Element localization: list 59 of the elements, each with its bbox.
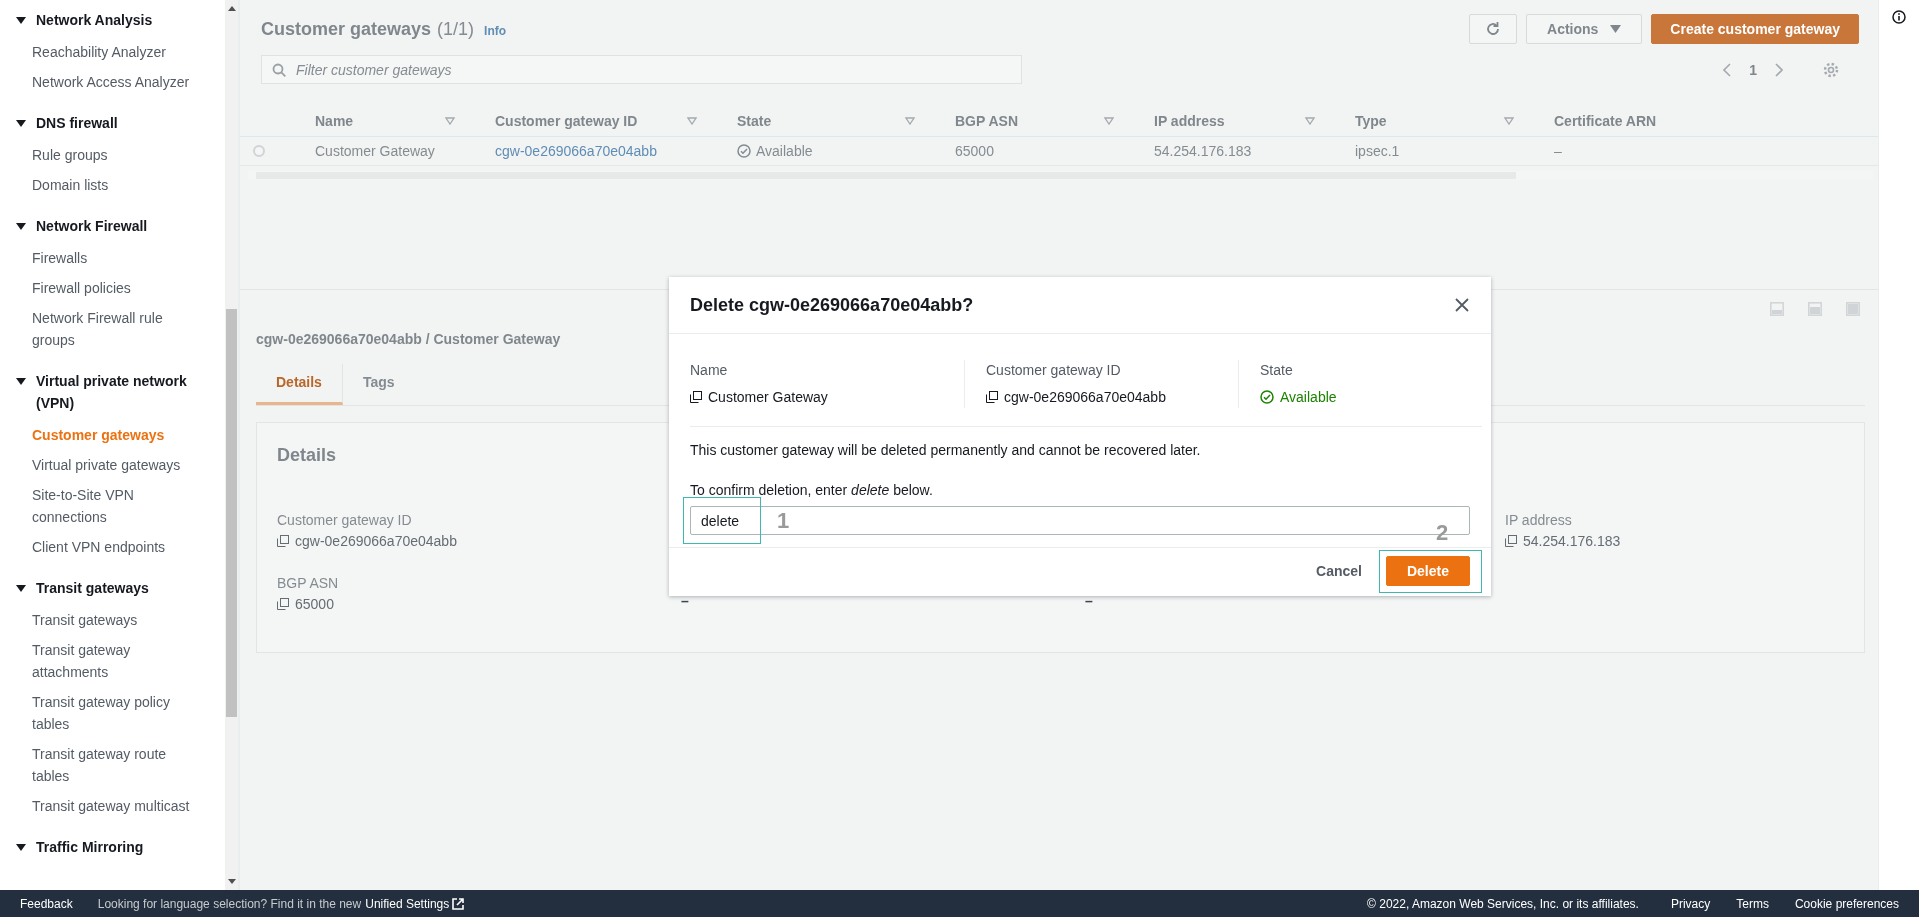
section-heading[interactable]: Virtual private network (VPN) <box>36 370 197 414</box>
status-text: Available <box>1280 388 1337 407</box>
field-label: IP address <box>1505 511 1573 530</box>
table-cell: – <box>1554 143 1562 159</box>
table-cell: Customer Gateway <box>315 143 435 159</box>
dialog-title: Delete cgw-0e269066a70e04abb? <box>690 294 974 316</box>
section-heading[interactable]: Traffic Mirroring <box>36 836 144 858</box>
field-label: State <box>1260 361 1294 380</box>
table-cell: Available <box>756 143 813 159</box>
nav-link[interactable]: Rule groups <box>0 140 225 170</box>
nav-link[interactable]: Transit gateway policy tables <box>0 687 225 739</box>
nav-link[interactable]: Site-to-Site VPN connections <box>0 480 225 532</box>
footer-link[interactable]: Privacy <box>1670 896 1711 911</box>
table-cell: 65000 <box>955 143 994 159</box>
item-count: (1/1) <box>437 18 475 40</box>
filter-field[interactable]: Filter customer gateways <box>261 55 1022 84</box>
table-cell: ipsec.1 <box>1355 143 1400 159</box>
page-title: Customer gateways <box>261 18 432 40</box>
nav-link[interactable]: Client VPN endpoints <box>0 532 225 562</box>
nav-link[interactable]: Domain lists <box>0 170 225 200</box>
nav-link[interactable]: Virtual private gateways <box>0 450 225 480</box>
copyright-text: © 2022, Amazon Web Services, Inc. or its affiliates. <box>1367 896 1639 911</box>
table-cell: 54.254.176.183 <box>1154 143 1252 159</box>
field-label: Name <box>690 361 729 380</box>
field-value: cgw-0e269066a70e04abb <box>295 532 457 551</box>
nav-link[interactable]: Reachability Analyzer <box>0 37 225 67</box>
nav-link[interactable]: Firewalls <box>0 243 225 273</box>
field-label: Customer gateway ID <box>986 361 1122 380</box>
warning-text: This customer gateway will be deleted permanently and cannot be recovered later. <box>690 441 1202 460</box>
nav-link[interactable]: Network Access Analyzer <box>0 67 225 97</box>
footer-link[interactable]: Terms <box>1736 896 1769 911</box>
feedback-link[interactable]: Feedback <box>20 896 73 911</box>
field-value: – <box>1085 592 1093 611</box>
nav-link[interactable]: Firewall policies <box>0 273 225 303</box>
section-heading[interactable]: Network Firewall <box>36 215 148 237</box>
nav-link[interactable]: Transit gateway route tables <box>0 739 225 791</box>
settings-link[interactable]: Unified Settings <box>365 896 465 911</box>
section-heading[interactable]: DNS firewall <box>36 112 118 134</box>
field-value: – <box>681 592 689 611</box>
footer-note: Looking for language selection? Find it in the new <box>97 896 362 911</box>
step-number: 1 <box>777 510 790 532</box>
section-heading[interactable]: Transit gateways <box>36 577 149 599</box>
cancel-button[interactable]: Cancel <box>1316 559 1362 583</box>
field-value: Customer Gateway <box>708 388 828 407</box>
nav-link[interactable]: Transit gateway multicast <box>0 791 225 821</box>
panel-title: cgw-0e269066a70e04abb / Customer Gateway <box>256 330 562 348</box>
nav-link[interactable]: Transit gateway attachments <box>0 635 225 687</box>
nav-link[interactable]: Network Firewall rule groups <box>0 303 225 355</box>
card-title: Details <box>277 445 337 465</box>
section-heading[interactable]: Network Analysis <box>36 9 153 31</box>
field-value: cgw-0e269066a70e04abb <box>1004 388 1166 407</box>
footer-link[interactable]: Cookie preferences <box>1794 896 1899 911</box>
field-value: 54.254.176.183 <box>1523 532 1621 551</box>
field-value: 65000 <box>295 595 334 614</box>
tab[interactable]: Details <box>256 364 343 405</box>
field-label: Customer gateway ID <box>277 511 413 530</box>
confirm-label: To confirm deletion, enter delete below. <box>690 481 934 500</box>
nav-link[interactable]: Transit gateways <box>0 605 225 635</box>
field-label: BGP ASN <box>277 574 340 593</box>
